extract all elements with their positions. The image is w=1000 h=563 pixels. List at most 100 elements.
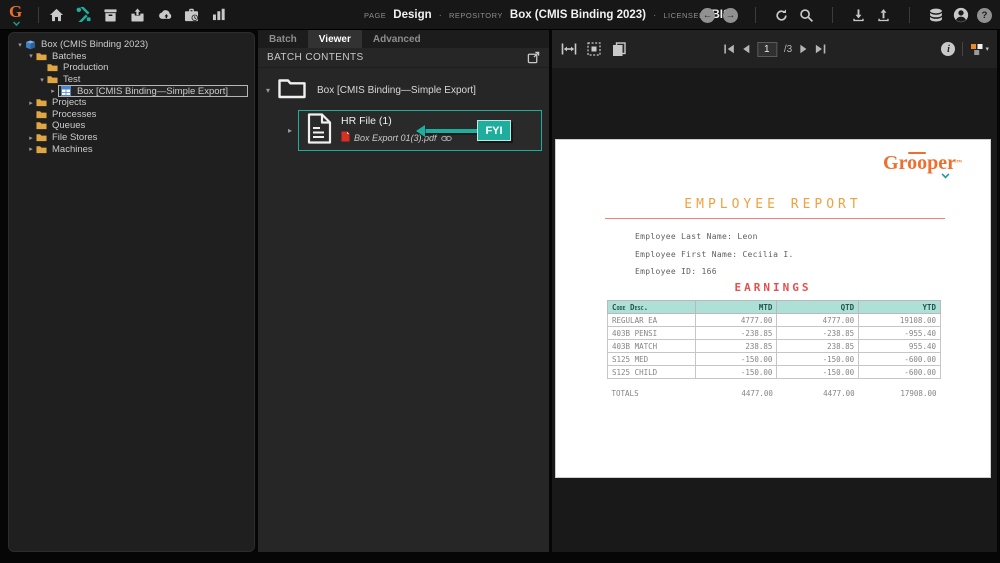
fit-width-icon[interactable] <box>560 41 578 57</box>
database-icon[interactable] <box>927 7 944 24</box>
expander-icon[interactable]: ▾ <box>263 86 273 95</box>
tree-item-production[interactable]: Production <box>9 62 254 74</box>
separator-dot: · <box>653 9 657 21</box>
tree-item-batch-selected[interactable]: ▸ Box [CMIS Binding—Simple Export] <box>9 85 254 97</box>
page-label: PAGE <box>364 10 387 20</box>
document-icon <box>307 112 332 149</box>
expander-icon[interactable]: ▸ <box>282 126 298 135</box>
separator-dot: · <box>438 9 442 21</box>
employee-first-name: Employee First Name: Cecilia I. <box>635 250 794 259</box>
folder-icon <box>36 109 48 119</box>
info-icon[interactable]: i <box>941 42 956 56</box>
pages-icon[interactable] <box>610 41 628 57</box>
col-qtd: QTD <box>776 300 860 314</box>
help-icon[interactable]: ? <box>977 7 992 23</box>
jobs-icon[interactable] <box>183 6 200 23</box>
batch-icon <box>61 86 73 97</box>
viewer-toolbar: 1 /3 i ▾ <box>552 30 997 68</box>
licensee-label: LICENSEE <box>663 10 705 20</box>
next-page-icon[interactable] <box>799 44 807 54</box>
page-value[interactable]: Design <box>393 9 431 21</box>
table-row: REGULAR EA 4777.00 4777.00 19108.00 <box>607 313 941 327</box>
tab-batch[interactable]: Batch <box>258 30 308 48</box>
forward-icon[interactable]: → <box>723 7 738 23</box>
tree-item-label: Processes <box>52 108 97 120</box>
cell: -238.85 <box>776 326 860 340</box>
open-in-new-icon[interactable] <box>527 51 540 64</box>
tasks-icon[interactable] <box>129 6 146 23</box>
display-settings-icon[interactable]: ▾ <box>970 43 989 56</box>
home-icon[interactable] <box>48 6 65 23</box>
expander-icon[interactable]: ▸ <box>26 134 36 142</box>
tree-item-projects[interactable]: ▸ Projects <box>9 97 254 109</box>
design-icon[interactable] <box>75 6 92 23</box>
account-icon[interactable] <box>952 7 969 24</box>
fyi-badge: FYI <box>477 120 511 141</box>
selected-node-box[interactable]: Box [CMIS Binding—Simple Export] <box>58 85 248 97</box>
expander-icon[interactable]: ▸ <box>48 87 58 95</box>
top-bar: G PAGE Design · REPOSITORY Box (CMIS Bin… <box>0 0 1000 30</box>
main-nav <box>48 6 227 23</box>
tree-item-repository-root[interactable]: ▾ Box (CMIS Binding 2023) <box>9 39 254 51</box>
tree-item-label: Production <box>63 62 109 74</box>
cell: 238.85 <box>694 339 778 353</box>
imports-icon[interactable] <box>156 6 173 23</box>
col-ytd: YTD <box>858 300 941 314</box>
expander-icon[interactable]: ▸ <box>26 145 36 153</box>
employee-id: Employee ID: 166 <box>635 267 717 276</box>
tree-item-processes[interactable]: Processes <box>9 109 254 121</box>
table-row: S125 CHILD -150.00 -150.00 -600.00 <box>607 365 941 379</box>
expander-icon[interactable]: ▾ <box>15 41 25 49</box>
expander-icon[interactable]: ▾ <box>37 76 47 84</box>
repository-label: REPOSITORY <box>448 10 503 20</box>
grooper-logo[interactable]: G <box>9 2 29 27</box>
tab-advanced[interactable]: Advanced <box>362 30 432 48</box>
folder-icon <box>36 144 48 154</box>
earnings-table: Code Desc. MTD QTD YTD REGULAR EA 4777.0… <box>607 300 941 400</box>
cell: 4777.00 <box>694 313 778 327</box>
tree-item-label: Batches <box>52 50 87 62</box>
cell: REGULAR EA <box>607 313 696 327</box>
refresh-icon[interactable] <box>773 7 790 24</box>
page-number-input[interactable]: 1 <box>756 41 777 57</box>
tree-item-batches[interactable]: ▾ Batches <box>9 51 254 63</box>
grooper-doc-logo: Grooper™ <box>883 153 962 179</box>
tree-item-label: Box [CMIS Binding—Simple Export] <box>77 85 229 97</box>
expander-icon[interactable]: ▾ <box>26 52 36 60</box>
cell: -600.00 <box>858 352 941 366</box>
expander-icon[interactable]: ▸ <box>26 99 36 107</box>
stats-icon[interactable] <box>210 6 227 23</box>
repository-value[interactable]: Box (CMIS Binding 2023) <box>510 9 646 21</box>
upload-icon[interactable] <box>875 7 892 24</box>
pdf-icon <box>341 129 350 147</box>
tree-item-queues[interactable]: Queues <box>9 120 254 132</box>
back-icon[interactable]: ← <box>700 7 715 23</box>
document-page[interactable]: Grooper™ EMPLOYEE REPORT Employee Last N… <box>556 140 990 477</box>
select-region-icon[interactable] <box>585 41 603 57</box>
last-page-icon[interactable] <box>814 44 826 54</box>
tab-viewer[interactable]: Viewer <box>307 30 362 48</box>
context-breadcrumb: PAGE Design · REPOSITORY Box (CMIS Bindi… <box>364 0 731 30</box>
tree-item-machines[interactable]: ▸ Machines <box>9 143 254 155</box>
batch-folder-row[interactable]: ▾ Box [CMIS Binding—Simple Export] <box>263 76 476 105</box>
chevron-down-icon: ▾ <box>985 46 989 53</box>
tree-item-label: Box (CMIS Binding 2023) <box>41 39 149 51</box>
cell: 403B PENSI <box>607 326 696 340</box>
viewer-panel: 1 /3 i ▾ Grooper™ EMPLOYEE REPORT Employ… <box>552 30 997 552</box>
totals-mtd: 4477.00 <box>741 389 773 398</box>
download-icon[interactable] <box>850 7 867 24</box>
first-page-icon[interactable] <box>723 44 735 54</box>
folder-icon <box>47 63 59 73</box>
batches-icon[interactable] <box>102 6 119 23</box>
batch-contents-header: BATCH CONTENTS <box>258 48 549 68</box>
grooper-app-window: G PAGE Design · REPOSITORY Box (CMIS Bin… <box>0 0 1000 563</box>
previous-page-icon[interactable] <box>742 44 750 54</box>
cell: -150.00 <box>776 365 860 379</box>
panel-tabs: Batch Viewer Advanced <box>258 30 549 48</box>
earnings-section-title: EARNINGS <box>734 281 812 294</box>
folder-icon <box>36 98 48 108</box>
tree-item-file-stores[interactable]: ▸ File Stores <box>9 132 254 144</box>
tree-item-test[interactable]: ▾ Test <box>9 74 254 86</box>
search-icon[interactable] <box>798 7 815 24</box>
batch-contents-title: BATCH CONTENTS <box>267 52 364 63</box>
